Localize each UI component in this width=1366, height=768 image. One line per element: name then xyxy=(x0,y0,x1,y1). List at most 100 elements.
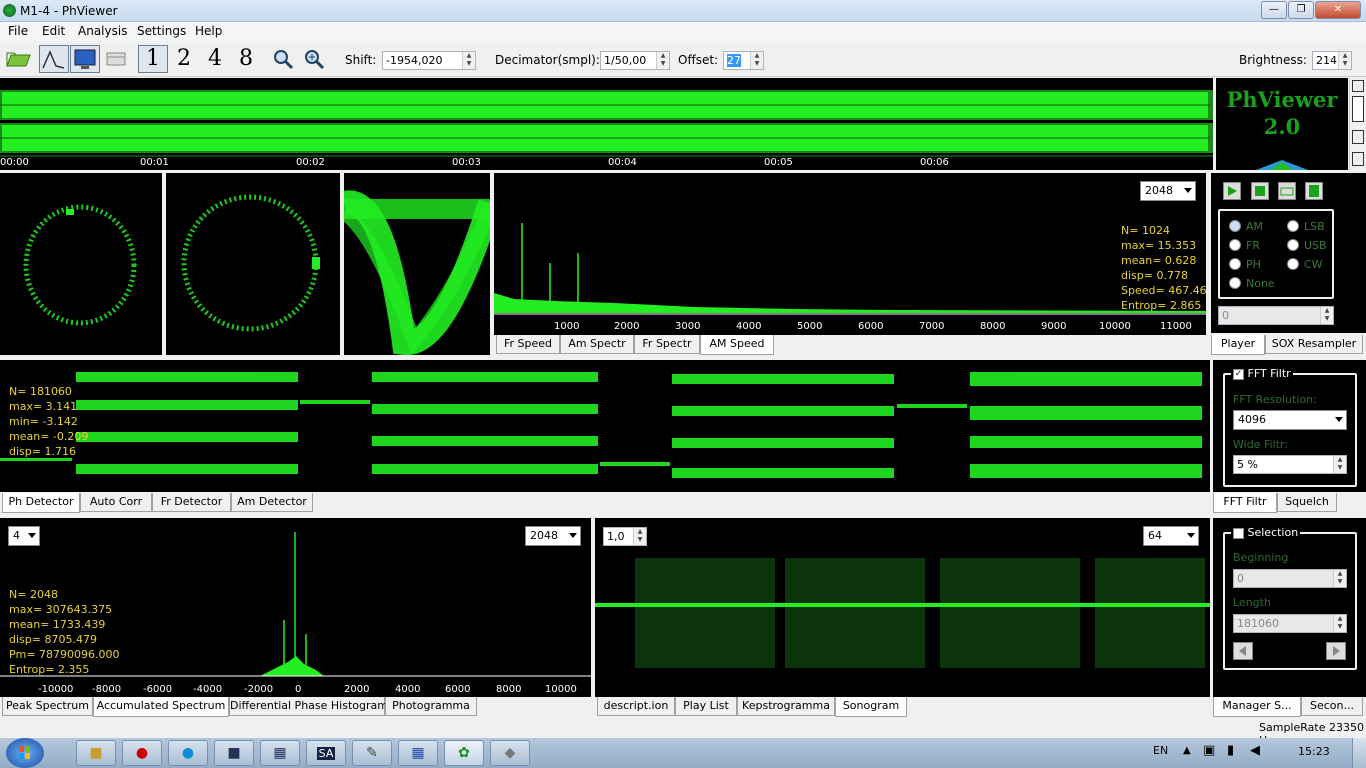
wide-filtr-input[interactable]: 5 % ▲ ▼ xyxy=(1233,455,1347,474)
tab-secon[interactable]: Secon... xyxy=(1301,697,1363,716)
radio-usb[interactable] xyxy=(1287,239,1299,251)
taskbar-skype[interactable]: ● xyxy=(168,740,208,766)
overview-scrollbar[interactable] xyxy=(1349,78,1366,170)
tab-sonogram[interactable]: Sonogram xyxy=(835,697,907,717)
zoom-2-button[interactable]: 2 xyxy=(169,45,199,73)
tab-am-spectr[interactable]: Am Spectr xyxy=(560,335,634,354)
taskbar-save-app[interactable]: ■ xyxy=(214,740,254,766)
tab-fft-filtr[interactable]: FFT Filtr xyxy=(1213,493,1277,513)
save-audio-button[interactable] xyxy=(1305,182,1323,200)
radio-ph[interactable] xyxy=(1229,258,1241,270)
tab-sox-resampler[interactable]: SOX Resampler xyxy=(1265,335,1363,354)
decimator-input[interactable]: 1/50,00 ▲ ▼ xyxy=(600,51,670,70)
taskbar-app-8[interactable]: ▦ xyxy=(398,740,438,766)
constellation-plot-2[interactable] xyxy=(166,173,340,355)
beginning-input[interactable]: 0 ▲ ▼ xyxy=(1233,569,1347,588)
speed-spectrum-plot[interactable]: 2048 N= 1024 max= 15.353 mean= 0.628 dis… xyxy=(494,173,1206,335)
tab-fr-detector[interactable]: Fr Detector xyxy=(152,493,231,512)
tab-description[interactable]: descript.ion xyxy=(597,697,675,716)
player-value-input[interactable]: 0 ▲ ▼ xyxy=(1218,306,1334,325)
selection-prev-button[interactable] xyxy=(1233,642,1253,660)
volume-icon[interactable]: ◀ xyxy=(1250,743,1260,758)
ruler-tool-button[interactable] xyxy=(101,45,131,73)
show-desktop-button[interactable] xyxy=(1352,738,1366,768)
taskbar-phviewer[interactable]: ✿ xyxy=(444,740,484,766)
menu-help[interactable]: Help xyxy=(195,24,222,38)
brightness-input[interactable]: 214 ▲ ▼ xyxy=(1312,51,1352,70)
taskbar-sa-app[interactable]: SA xyxy=(306,740,346,766)
scroll-up-button[interactable] xyxy=(1352,80,1364,92)
taskbar-app-5[interactable]: ▦ xyxy=(260,740,300,766)
phase-detector-plot[interactable]: N= 181060 max= 3.141 min= -3.142 mean= -… xyxy=(0,360,1210,492)
length-spin-arrows[interactable]: ▲ ▼ xyxy=(1333,615,1346,632)
menu-edit[interactable]: Edit xyxy=(42,24,65,38)
constellation-plot-1[interactable] xyxy=(0,173,162,355)
fft-filtr-checkbox[interactable]: ✓ xyxy=(1233,368,1244,380)
overview-waveform[interactable]: 00:00 00:01 00:02 00:03 00:04 00:05 00:0… xyxy=(0,78,1213,170)
selection-checkbox[interactable] xyxy=(1233,527,1244,539)
tab-accumulated-spectrum[interactable]: Accumulated Spectrum xyxy=(93,697,229,717)
tab-auto-corr[interactable]: Auto Corr xyxy=(80,493,152,512)
tab-am-speed[interactable]: AM Speed xyxy=(700,335,774,355)
open-file-button[interactable] xyxy=(3,45,33,73)
clock[interactable]: 15:23 xyxy=(1298,745,1330,758)
sonogram-scale-input[interactable]: 1,0 ▲ ▼ xyxy=(603,527,647,546)
minimize-button[interactable]: — xyxy=(1261,1,1287,19)
radio-lsb[interactable] xyxy=(1287,220,1299,232)
offset-input[interactable]: 27 ▲ ▼ xyxy=(723,51,764,70)
record-button[interactable] xyxy=(1278,182,1296,200)
tab-squelch[interactable]: Squelch xyxy=(1277,493,1337,512)
tab-peak-spectrum[interactable]: Peak Spectrum xyxy=(2,697,93,716)
menu-analysis[interactable]: Analysis xyxy=(78,24,127,38)
taskbar-tools[interactable]: ✎ xyxy=(352,740,392,766)
language-indicator[interactable]: EN xyxy=(1153,744,1168,757)
maximize-button[interactable]: ❐ xyxy=(1288,1,1314,19)
offset-spin-arrows[interactable]: ▲ ▼ xyxy=(750,52,763,69)
zoom-in-button[interactable] xyxy=(268,45,298,73)
length-input[interactable]: 181060 ▲ ▼ xyxy=(1233,614,1347,633)
scroll-track-button[interactable] xyxy=(1352,130,1364,144)
wide-filtr-spin-arrows[interactable]: ▲ ▼ xyxy=(1333,456,1346,473)
scroll-down-button[interactable] xyxy=(1352,152,1364,166)
zoom-8-button[interactable]: 8 xyxy=(231,45,261,73)
selection-next-button[interactable] xyxy=(1326,642,1346,660)
zoom-fit-button[interactable] xyxy=(299,45,329,73)
taskbar-app-10[interactable]: ◆ xyxy=(490,740,530,766)
player-spin-arrows[interactable]: ▲ ▼ xyxy=(1320,307,1333,324)
eye-diagram[interactable] xyxy=(344,173,490,355)
decimator-spin-arrows[interactable]: ▲ ▼ xyxy=(656,52,669,69)
brightness-spin-arrows[interactable]: ▲ ▼ xyxy=(1338,52,1351,69)
tab-am-detector[interactable]: Am Detector xyxy=(231,493,313,512)
spectrum-fft-size-select[interactable]: 2048 xyxy=(1140,181,1196,201)
network-icon[interactable]: ▮ xyxy=(1227,743,1234,758)
sonogram-plot[interactable]: 1,0 ▲ ▼ 64 xyxy=(595,518,1210,697)
waveform-tool-button[interactable] xyxy=(39,45,69,73)
zoom-1-button[interactable]: 1 xyxy=(138,45,168,73)
radio-cw[interactable] xyxy=(1287,258,1299,270)
sonogram-scale-spin-arrows[interactable]: ▲ ▼ xyxy=(633,528,646,545)
start-button[interactable] xyxy=(6,738,44,768)
tray-expand-icon[interactable]: ▲ xyxy=(1183,745,1191,756)
stop-button[interactable] xyxy=(1251,182,1269,200)
shift-spin-arrows[interactable]: ▲ ▼ xyxy=(462,52,475,69)
taskbar-opera[interactable]: ● xyxy=(122,740,162,766)
shift-input[interactable]: -1954,020 ▲ ▼ xyxy=(382,51,476,70)
monitor-tool-button[interactable] xyxy=(70,45,100,73)
menu-file[interactable]: File xyxy=(8,24,28,38)
tab-fr-spectr[interactable]: Fr Spectr xyxy=(634,335,700,354)
tab-play-list[interactable]: Play List xyxy=(675,697,737,716)
tab-kepstrogramma[interactable]: Kepstrogramma xyxy=(737,697,835,716)
radio-fr[interactable] xyxy=(1229,239,1241,251)
menu-settings[interactable]: Settings xyxy=(137,24,186,38)
beginning-spin-arrows[interactable]: ▲ ▼ xyxy=(1333,570,1346,587)
tray-device-icon[interactable]: ▣ xyxy=(1203,743,1215,758)
play-button[interactable] xyxy=(1223,182,1241,200)
accum-fft-size-select[interactable]: 2048 xyxy=(525,526,581,546)
radio-am[interactable] xyxy=(1229,220,1241,232)
scroll-thumb[interactable] xyxy=(1352,96,1364,122)
sonogram-size-select[interactable]: 64 xyxy=(1143,526,1199,546)
accum-average-select[interactable]: 4 xyxy=(8,526,40,546)
zoom-4-button[interactable]: 4 xyxy=(200,45,230,73)
fft-resolution-select[interactable]: 4096 xyxy=(1233,410,1347,430)
tab-ph-detector[interactable]: Ph Detector xyxy=(2,493,80,513)
